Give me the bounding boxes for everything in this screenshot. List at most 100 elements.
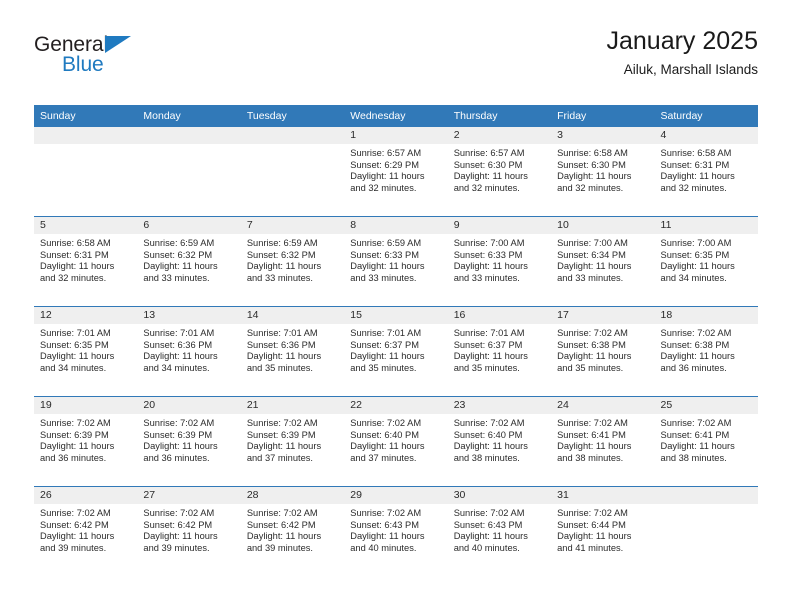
daylight-text: Daylight: 11 hours [453, 531, 528, 542]
day-number [654, 487, 758, 504]
daylight-text: Daylight: 11 hours [246, 441, 322, 452]
calendar-day-cell[interactable]: 9 Sunrise: 7:00 AM Sunset: 6:33 PM Daylight… [447, 216, 552, 307]
calendar-day-cell[interactable]: 19 Sunrise: 7:02 AM Sunset: 6:39 PM Dayligh… [34, 396, 138, 487]
day-details: Sunrise: 7:02 AM Sunset: 6:42 PM Daylight:… [241, 504, 344, 554]
day-details: Sunrise: 6:58 AM Sunset: 6:30 PM Daylight:… [551, 144, 654, 194]
calendar-day-cell[interactable]: 6 Sunrise: 6:59 AM Sunset: 6:32 PM Daylight… [137, 216, 241, 307]
calendar-day-cell[interactable]: 13 Sunrise: 7:01 AM Sunset: 6:36 PM Dayligh… [137, 306, 241, 397]
calendar-day-cell-empty [654, 486, 758, 576]
daylight-text: and 35 minutes. [557, 362, 624, 373]
sunset-text: Sunset: 6:33 PM [350, 249, 419, 260]
day-number: 30 [447, 487, 552, 504]
day-details: Sunrise: 7:02 AM Sunset: 6:41 PM Daylight:… [551, 414, 654, 464]
calendar-day-cell[interactable]: 21 Sunrise: 7:02 AM Sunset: 6:39 PM Dayligh… [240, 396, 345, 487]
sunrise-text: Sunrise: 7:01 AM [246, 328, 318, 338]
calendar-day-cell[interactable]: 22 Sunrise: 7:02 AM Sunset: 6:40 PM Dayligh… [344, 396, 448, 487]
calendar-day-cell[interactable]: 27 Sunrise: 7:02 AM Sunset: 6:42 PM Dayligh… [137, 486, 241, 576]
weekday-header-friday: Friday [551, 105, 655, 127]
day-details: Sunrise: 7:02 AM Sunset: 6:41 PM Daylight:… [655, 414, 758, 464]
day-number: 13 [137, 307, 241, 324]
sunset-text: Sunset: 6:34 PM [557, 249, 626, 260]
calendar-day-cell[interactable]: 18 Sunrise: 7:02 AM Sunset: 6:38 PM Dayligh… [654, 306, 758, 397]
sunset-text: Sunset: 6:31 PM [660, 159, 730, 170]
calendar-day-cell[interactable]: 2 Sunrise: 6:57 AM Sunset: 6:30 PM Daylight… [447, 127, 552, 217]
sunrise-text: Sunrise: 7:02 AM [246, 508, 318, 518]
sunrise-text: Sunrise: 7:02 AM [453, 508, 525, 518]
calendar-day-cell[interactable]: 1 Sunrise: 6:57 AM Sunset: 6:29 PM Daylight… [344, 127, 448, 217]
day-number: 21 [240, 397, 345, 414]
calendar-day-cell[interactable]: 10 Sunrise: 7:00 AM Sunset: 6:34 PM Dayligh… [551, 216, 655, 307]
sunrise-text: Sunrise: 7:02 AM [660, 418, 732, 428]
logo-triangle-icon [105, 36, 131, 53]
daylight-text: and 33 minutes. [246, 272, 313, 283]
daylight-text: Daylight: 11 hours [40, 351, 115, 362]
sunrise-text: Sunrise: 7:02 AM [40, 508, 111, 518]
sunset-text: Sunset: 6:32 PM [246, 249, 316, 260]
calendar-day-cell[interactable]: 17 Sunrise: 7:02 AM Sunset: 6:38 PM Dayligh… [551, 306, 655, 397]
sunset-text: Sunset: 6:39 PM [40, 429, 109, 440]
calendar-day-cell[interactable]: 16 Sunrise: 7:01 AM Sunset: 6:37 PM Dayligh… [447, 306, 552, 397]
calendar-day-cell[interactable]: 11 Sunrise: 7:00 AM Sunset: 6:35 PM Dayligh… [654, 216, 758, 307]
day-number: 2 [447, 127, 552, 144]
day-details: Sunrise: 7:02 AM Sunset: 6:42 PM Daylight:… [34, 504, 137, 554]
calendar-day-cell[interactable]: 30 Sunrise: 7:02 AM Sunset: 6:43 PM Dayligh… [447, 486, 552, 576]
daylight-text: Daylight: 11 hours [350, 531, 425, 542]
calendar-week-row: 12 Sunrise: 7:01 AM Sunset: 6:35 PM Dayligh… [34, 306, 758, 397]
weekday-header-wednesday: Wednesday [344, 105, 448, 127]
daylight-text: and 38 minutes. [660, 452, 727, 463]
daylight-text: Daylight: 11 hours [350, 261, 425, 272]
sunrise-text: Sunrise: 7:00 AM [557, 238, 628, 248]
daylight-text: and 34 minutes. [660, 272, 727, 283]
day-number: 5 [34, 217, 138, 234]
sunrise-text: Sunrise: 6:59 AM [246, 238, 318, 248]
day-number: 28 [240, 487, 345, 504]
page-subtitle: Ailuk, Marshall Islands [623, 62, 758, 77]
sunrise-text: Sunrise: 7:01 AM [453, 328, 525, 338]
calendar-day-cell[interactable]: 12 Sunrise: 7:01 AM Sunset: 6:35 PM Dayligh… [34, 306, 138, 397]
calendar-day-cell[interactable]: 20 Sunrise: 7:02 AM Sunset: 6:39 PM Dayligh… [137, 396, 241, 487]
calendar-day-cell[interactable]: 25 Sunrise: 7:02 AM Sunset: 6:41 PM Dayligh… [654, 396, 758, 487]
sunset-text: Sunset: 6:35 PM [660, 249, 730, 260]
day-number: 24 [551, 397, 655, 414]
day-number: 27 [137, 487, 241, 504]
logo-text-general: General [34, 33, 109, 56]
day-number: 1 [344, 127, 448, 144]
daylight-text: Daylight: 11 hours [453, 351, 528, 362]
calendar-day-cell[interactable]: 28 Sunrise: 7:02 AM Sunset: 6:42 PM Dayligh… [240, 486, 345, 576]
calendar-day-cell[interactable]: 24 Sunrise: 7:02 AM Sunset: 6:41 PM Dayligh… [551, 396, 655, 487]
sunrise-text: Sunrise: 6:58 AM [40, 238, 111, 248]
sunrise-text: Sunrise: 7:01 AM [40, 328, 111, 338]
sunrise-text: Sunrise: 7:02 AM [557, 508, 628, 518]
calendar-day-cell[interactable]: 7 Sunrise: 6:59 AM Sunset: 6:32 PM Daylight… [240, 216, 345, 307]
calendar-week-row: 1 Sunrise: 6:57 AM Sunset: 6:29 PM Daylight… [34, 127, 758, 217]
day-number: 11 [654, 217, 758, 234]
calendar-week-row: 19 Sunrise: 7:02 AM Sunset: 6:39 PM Dayligh… [34, 396, 758, 487]
calendar-day-cell[interactable]: 5 Sunrise: 6:58 AM Sunset: 6:31 PM Daylight… [34, 216, 138, 307]
day-number: 16 [447, 307, 552, 324]
calendar-day-cell[interactable]: 23 Sunrise: 7:02 AM Sunset: 6:40 PM Dayligh… [447, 396, 552, 487]
day-details: Sunrise: 6:58 AM Sunset: 6:31 PM Daylight:… [655, 144, 758, 194]
calendar-day-cell[interactable]: 31 Sunrise: 7:02 AM Sunset: 6:44 PM Dayligh… [551, 486, 655, 576]
calendar-day-cell[interactable]: 8 Sunrise: 6:59 AM Sunset: 6:33 PM Daylight… [344, 216, 448, 307]
day-details: Sunrise: 6:59 AM Sunset: 6:32 PM Daylight:… [137, 234, 240, 284]
sunset-text: Sunset: 6:31 PM [40, 249, 109, 260]
day-details: Sunrise: 7:02 AM Sunset: 6:43 PM Daylight:… [344, 504, 447, 554]
calendar-day-cell[interactable]: 3 Sunrise: 6:58 AM Sunset: 6:30 PM Daylight… [551, 127, 655, 217]
calendar-day-cell[interactable]: 29 Sunrise: 7:02 AM Sunset: 6:43 PM Dayligh… [344, 486, 448, 576]
calendar-day-cell[interactable]: 26 Sunrise: 7:02 AM Sunset: 6:42 PM Dayligh… [34, 486, 138, 576]
day-number [34, 127, 138, 144]
day-number: 19 [34, 397, 138, 414]
day-number: 22 [344, 397, 448, 414]
daylight-text: and 39 minutes. [246, 542, 313, 553]
calendar-grid: Sunday Monday Tuesday Wednesday Thursday… [34, 105, 758, 576]
sunrise-text: Sunrise: 6:59 AM [350, 238, 422, 248]
sunset-text: Sunset: 6:41 PM [557, 429, 626, 440]
weekday-header-thursday: Thursday [447, 105, 552, 127]
sunset-text: Sunset: 6:37 PM [453, 339, 523, 350]
calendar-day-cell[interactable]: 4 Sunrise: 6:58 AM Sunset: 6:31 PM Daylight… [654, 127, 758, 217]
day-number: 20 [137, 397, 241, 414]
day-number: 12 [34, 307, 138, 324]
calendar-day-cell[interactable]: 14 Sunrise: 7:01 AM Sunset: 6:36 PM Dayligh… [240, 306, 345, 397]
calendar-day-cell[interactable]: 15 Sunrise: 7:01 AM Sunset: 6:37 PM Dayligh… [344, 306, 448, 397]
day-details: Sunrise: 6:59 AM Sunset: 6:32 PM Daylight:… [241, 234, 344, 284]
